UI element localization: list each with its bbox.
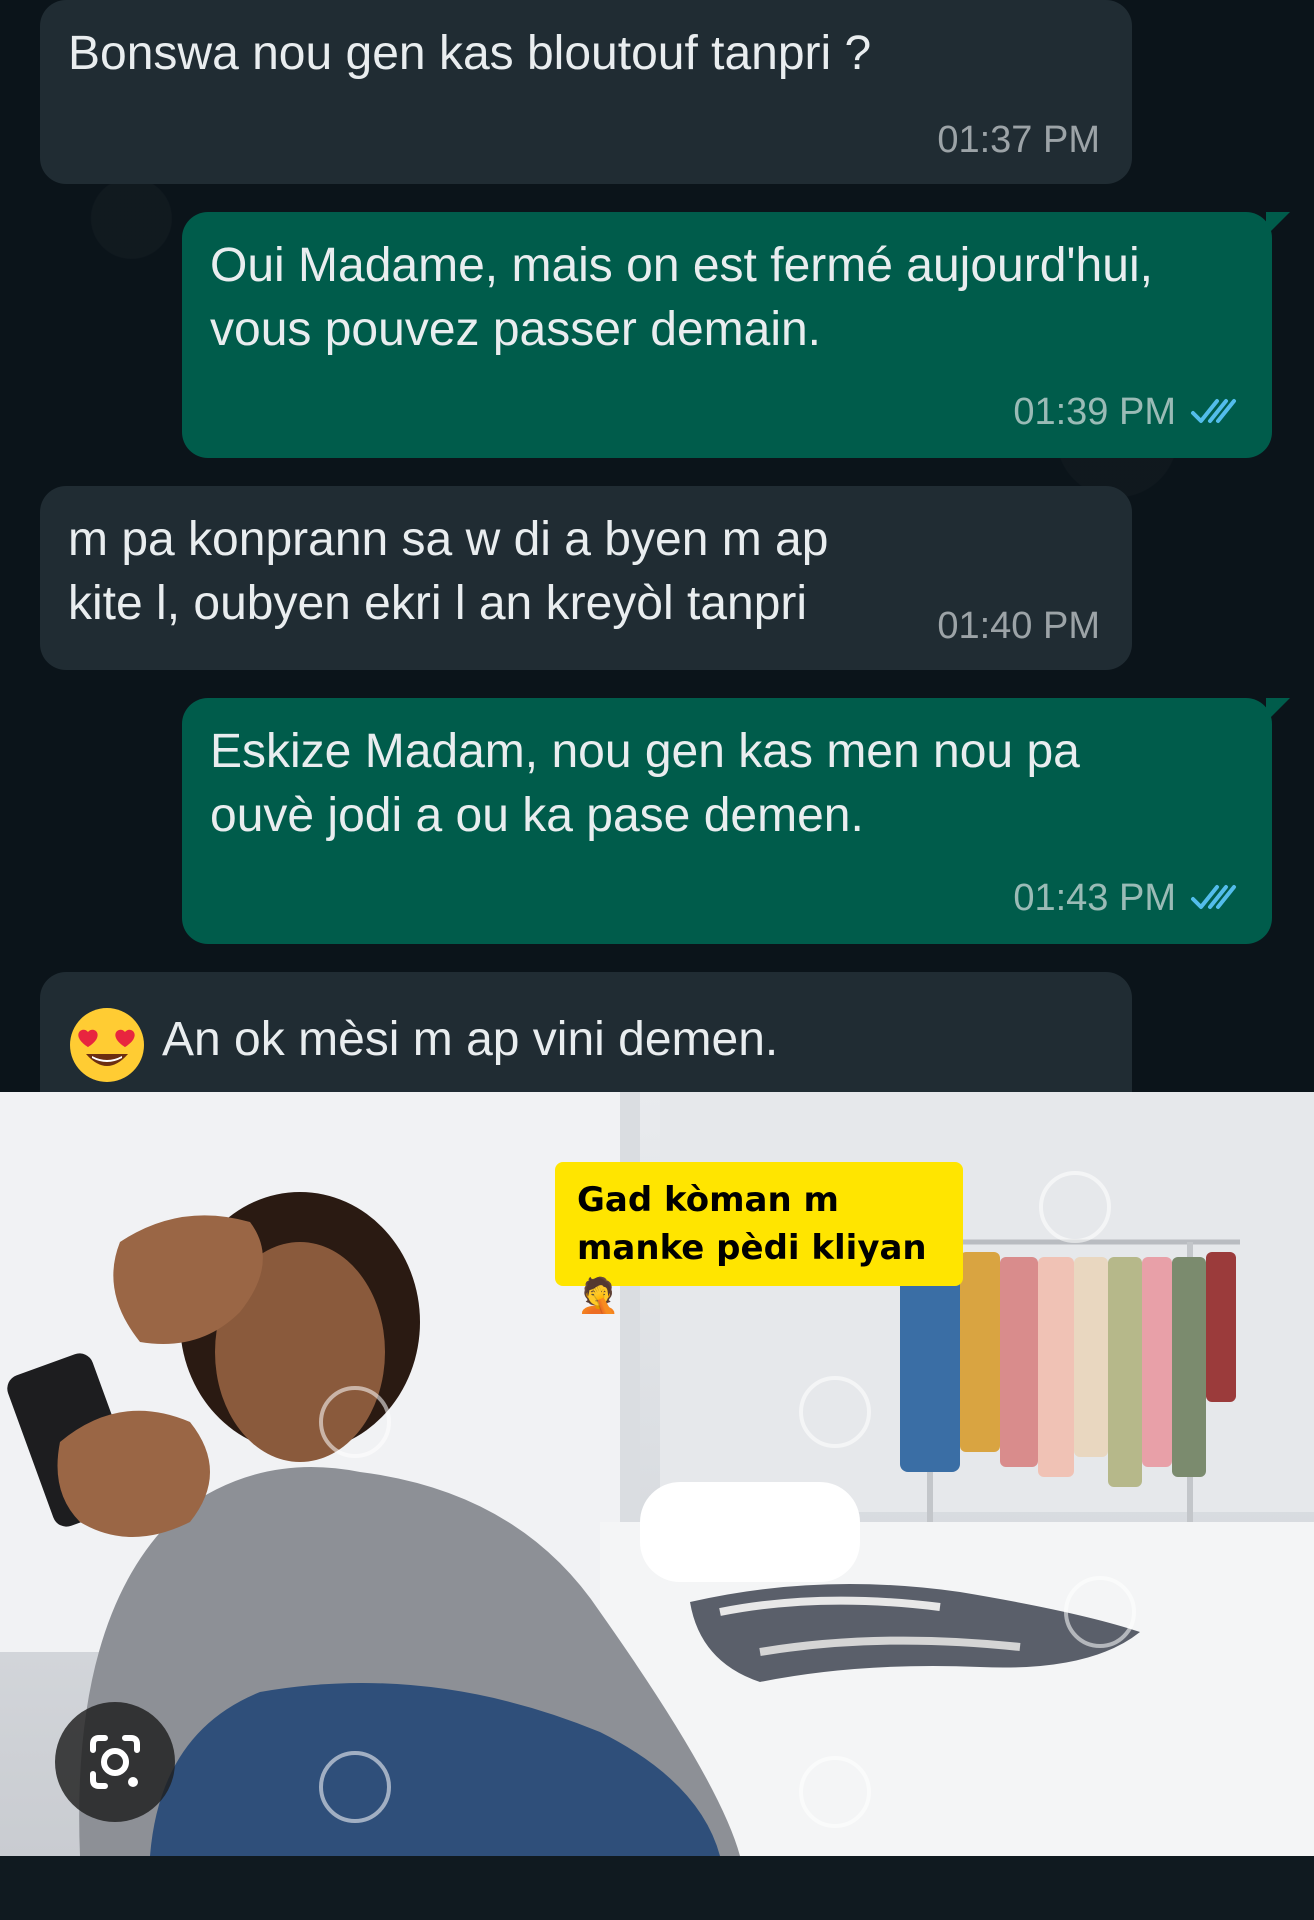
- message-bubble-incoming[interactable]: An ok mèsi m ap vini demen.: [40, 972, 1132, 1092]
- message-time: 01:40 PM: [937, 605, 1100, 647]
- lens-icon: [90, 1735, 140, 1789]
- message-text: m pa konprann sa w di a byen m ap kite l…: [68, 513, 829, 630]
- read-receipt-icon: [1191, 399, 1236, 423]
- meme-caption: Gad kòman m manke pèdi kliyan 🤦: [555, 1162, 963, 1316]
- message-bubble-incoming[interactable]: m pa konprann sa w di a byen m ap kite l…: [40, 486, 1132, 670]
- message-time: 01:43 PM: [1013, 877, 1176, 919]
- caption-text: Gad kòman m manke pèdi kliyan: [577, 1180, 927, 1268]
- message-bubble-outgoing[interactable]: Oui Madame, mais on est fermé aujourd'hu…: [182, 212, 1290, 458]
- meme-image: Gad kòman m manke pèdi kliyan 🤦: [0, 1092, 1314, 1856]
- message-time: 01:37 PM: [937, 119, 1100, 161]
- facepalm-emoji: 🤦: [577, 1276, 620, 1316]
- message-bubble-outgoing[interactable]: Eskize Madam, nou gen kas men nou pa ouv…: [182, 698, 1290, 944]
- message-bubble-incoming[interactable]: Bonswa nou gen kas bloutouf tanpri ? 01:…: [40, 0, 1132, 184]
- read-receipt-icon: [1191, 885, 1236, 909]
- heart-eyes-emoji-icon: [70, 1008, 144, 1082]
- message-time: 01:39 PM: [1013, 391, 1176, 433]
- message-text: An ok mèsi m ap vini demen.: [162, 1013, 779, 1066]
- chat-area: Bonswa nou gen kas bloutouf tanpri ? 01:…: [0, 0, 1314, 1092]
- bottom-bar: [0, 1856, 1314, 1920]
- message-text: Bonswa nou gen kas bloutouf tanpri ?: [68, 27, 872, 80]
- message-text: Oui Madame, mais on est fermé aujourd'hu…: [210, 239, 1153, 356]
- message-text: Eskize Madam, nou gen kas men nou pa ouv…: [210, 725, 1080, 842]
- image-search-button[interactable]: [55, 1702, 175, 1822]
